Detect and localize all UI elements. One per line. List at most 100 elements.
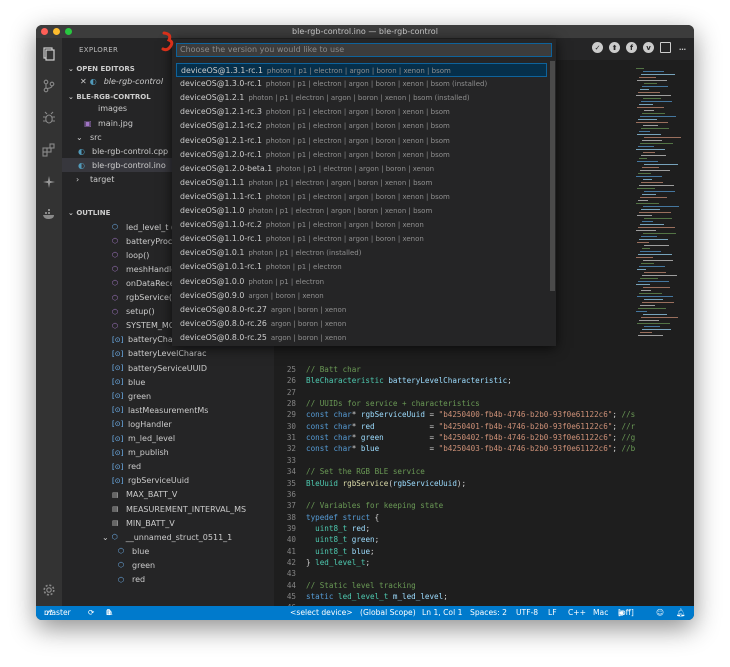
outline-item[interactable]: ⬡ red: [118, 573, 274, 587]
outline-item[interactable]: [⊙] m_publish: [112, 446, 272, 460]
version-platforms: argon | boron | xenon: [270, 305, 347, 314]
outline-item-label: rgbServiceUuid: [128, 476, 190, 486]
minimap-line: [643, 179, 652, 180]
outline-item[interactable]: ▤ MEASUREMENT_INTERVAL_MS: [112, 502, 272, 516]
version-option[interactable]: deviceOS@1.1.1 photon | p1 | electron | a…: [176, 176, 547, 190]
minimap-line: [639, 212, 671, 213]
cursor-position[interactable]: Ln 1, Col 1: [422, 606, 462, 620]
platform[interactable]: Mac: [593, 606, 608, 620]
extensions-icon[interactable]: [41, 142, 57, 158]
minimap-line: [641, 74, 675, 75]
method-cube-icon: ⬡: [112, 321, 119, 330]
outline-item[interactable]: ⬡ green: [118, 558, 274, 572]
version-option[interactable]: deviceOS@1.0.0 photon | p1 | electron: [176, 275, 547, 289]
scope-indicator[interactable]: (Global Scope): [360, 606, 416, 620]
minimap-line: [640, 251, 661, 252]
version-option[interactable]: deviceOS@1.1.1-rc.1 photon | p1 | electro…: [176, 190, 547, 204]
version-option[interactable]: deviceOS@1.2.0-rc.1 photon | p1 | electro…: [176, 148, 547, 162]
outline-item[interactable]: ▤ MIN_BATT_V: [112, 516, 272, 530]
indentation[interactable]: Spaces: 2: [470, 606, 507, 620]
minimap-line: [638, 281, 669, 282]
settings-gear-icon[interactable]: [41, 582, 57, 598]
version-option[interactable]: deviceOS@0.8.0-rc.27 argon | boron | xeno…: [176, 303, 547, 317]
files-icon[interactable]: [41, 46, 57, 62]
version-option[interactable]: deviceOS@1.2.1-rc.3 photon | p1 | electro…: [176, 105, 547, 119]
outline-item[interactable]: ⬡ blue: [118, 544, 274, 558]
outline-item[interactable]: [⊙] blue: [112, 375, 272, 389]
version-option[interactable]: deviceOS@1.3.0-rc.1 photon | p1 | electro…: [176, 77, 547, 91]
minimap-line: [642, 248, 650, 249]
open-editor-label: ble-rgb-control: [103, 76, 164, 86]
version-option[interactable]: deviceOS@1.2.1-rc.2 photon | p1 | electro…: [176, 119, 547, 133]
line-endings[interactable]: LF: [548, 606, 557, 620]
outline-item[interactable]: [⊙] red: [112, 460, 272, 474]
version-platforms: photon | p1 | electron | argon | boron |…: [265, 150, 450, 159]
sync-icon[interactable]: ⟳: [88, 606, 94, 620]
version-platforms: argon | boron | xenon: [270, 319, 347, 328]
version-option[interactable]: deviceOS@1.2.1 photon | p1 | electron | a…: [176, 91, 547, 105]
outline-item[interactable]: [⊙] lastMeasurementMs: [112, 403, 272, 417]
variable-icon: [⊙]: [112, 406, 124, 415]
version-option[interactable]: deviceOS@0.8.0-rc.26 argon | boron | xeno…: [176, 317, 547, 331]
version-name: deviceOS@0.9.0: [180, 290, 245, 300]
line-number: 42: [286, 557, 296, 567]
debug-icon[interactable]: [41, 110, 57, 126]
outline-item[interactable]: [⊙] logHandler: [112, 417, 272, 431]
project-section[interactable]: ⌄ BLE-RGB-CONTROL: [68, 93, 151, 101]
minimap[interactable]: [636, 68, 690, 348]
version-option[interactable]: deviceOS@1.0.1-rc.1 photon | p1 | electro…: [176, 260, 547, 274]
version-option[interactable]: deviceOS@1.1.0-rc.1 photon | p1 | electro…: [176, 232, 547, 246]
version-option[interactable]: deviceOS@1.0.1 photon | p1 | electron (in…: [176, 246, 547, 260]
constant-icon: ▤: [112, 519, 119, 528]
version-option[interactable]: deviceOS@1.3.1-rc.1 photon | p1 | electro…: [176, 63, 547, 77]
version-option[interactable]: deviceOS@1.1.0 photon | p1 | electron | a…: [176, 204, 547, 218]
version-search-input[interactable]: Choose the version you would like to use: [176, 43, 552, 57]
particle-icon[interactable]: [41, 174, 57, 190]
version-option[interactable]: deviceOS@0.9.0 argon | boron | xenon: [176, 289, 547, 303]
version-name: deviceOS@1.1.1: [180, 177, 245, 187]
notifications-bell-icon[interactable]: 🔔︎: [676, 606, 686, 620]
compile-icon[interactable]: ✓: [592, 42, 603, 53]
encoding[interactable]: UTF-8: [516, 606, 538, 620]
chevron-down-icon: ⌄: [102, 532, 109, 542]
minimap-line: [637, 269, 646, 270]
ino-file-icon: ◐: [78, 160, 85, 170]
version-option[interactable]: deviceOS@1.2.0-beta.1 photon | p1 | elect…: [176, 162, 547, 176]
variable-icon: [⊙]: [112, 462, 124, 471]
language-mode[interactable]: C++: [568, 606, 586, 620]
outline-item[interactable]: [⊙] m_led_level: [112, 432, 272, 446]
version-platforms: photon | p1 | electron | argon | boron |…: [248, 207, 433, 215]
more-actions-icon[interactable]: …: [677, 42, 688, 53]
code-text: // Variables for keeping state: [306, 501, 444, 511]
version-option[interactable]: deviceOS@1.1.0-rc.2 photon | p1 | electro…: [176, 218, 547, 232]
outline-item[interactable]: [⊙] batteryLevelCharac: [112, 347, 272, 361]
version-name: deviceOS@1.0.1: [180, 248, 245, 258]
outline-item[interactable]: ▤ MAX_BATT_V: [112, 488, 272, 502]
minimap-line: [638, 227, 675, 228]
device-selector[interactable]: <select device>: [290, 606, 353, 620]
code-text: } led_level_t;: [306, 557, 371, 567]
version-name: deviceOS@1.0.0: [180, 276, 245, 286]
close-icon[interactable]: ✕: [80, 77, 87, 86]
method-cube-icon: ⬡: [112, 251, 119, 260]
particle-f-icon[interactable]: f: [626, 42, 637, 53]
flash-icon[interactable]: ⬆: [609, 42, 620, 53]
minimap-line: [636, 95, 671, 96]
docker-icon[interactable]: [41, 206, 57, 222]
version-option[interactable]: deviceOS@1.2.1-rc.1 photon | p1 | electro…: [176, 134, 547, 148]
outline-section[interactable]: ⌄ OUTLINE: [68, 209, 110, 217]
outline-item-label: green: [132, 560, 156, 570]
outline-item[interactable]: [⊙] batteryServiceUUID: [112, 361, 272, 375]
open-editors-section[interactable]: ⌄ OPEN EDITORS: [68, 65, 135, 73]
outline-item[interactable]: [⊙] rgbServiceUuid: [112, 474, 272, 488]
outline-item[interactable]: ⌄ ⬡ __unnamed_struct_0511_1: [102, 530, 262, 544]
split-editor-icon[interactable]: [660, 42, 671, 53]
source-control-icon[interactable]: [41, 78, 57, 94]
version-option[interactable]: deviceOS@0.8.0-rc.25 argon | boron | xeno…: [176, 331, 547, 345]
feedback-smiley-icon[interactable]: ☺: [656, 606, 664, 620]
quick-pick-scrollbar[interactable]: [550, 61, 555, 291]
minimap-line: [640, 332, 652, 333]
particle-v-icon[interactable]: v: [643, 42, 654, 53]
outline-item[interactable]: [⊙] green: [112, 389, 272, 403]
minimap-line: [644, 272, 666, 273]
